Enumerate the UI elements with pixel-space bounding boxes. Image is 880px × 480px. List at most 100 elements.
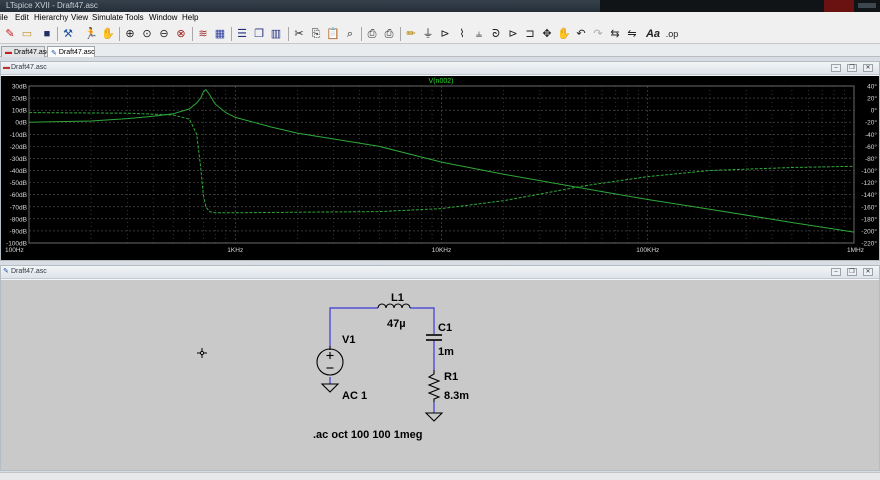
x-tick-label: 1MHz [847,247,864,254]
new-schematic-icon[interactable]: ✎ [3,27,17,41]
l1-ref-label[interactable]: L1 [391,292,404,304]
zoom-in-icon[interactable]: ⊕ [123,27,137,41]
mirror-icon[interactable]: ⇋ [625,27,639,41]
x-tick-label: 10KHz [432,247,452,254]
print-icon[interactable]: ⎙ [382,27,396,41]
y-left-tick-label: 0dB [15,120,27,127]
close-button[interactable]: ✕ [863,268,873,276]
capacitor-c1[interactable] [426,334,442,341]
minimize-button[interactable]: – [831,268,841,276]
autorange-icon[interactable]: ≋ [196,27,210,41]
y-left-tick-label: -10dB [10,132,27,139]
v1-value-label[interactable]: AC 1 [342,390,367,402]
inductor-icon[interactable]: ᘐ [489,27,503,41]
menu-edit[interactable]: Edit [15,13,29,22]
redo-icon[interactable]: ↷ [591,27,605,41]
menu-simulate[interactable]: Simulate [92,13,123,22]
paste-icon[interactable]: 📋 [326,27,340,41]
cascade-icon[interactable]: ❐ [252,27,266,41]
component-icon[interactable]: ⊐ [523,27,537,41]
resistor-icon[interactable]: ⌇ [455,27,469,41]
menu-help[interactable]: Help [182,13,198,22]
y-left-tick-label: -30dB [10,156,27,163]
cut-icon[interactable]: ✂ [292,27,306,41]
v1-ref-label[interactable]: V1 [342,334,355,346]
y-right-tick-label: -140° [861,191,877,199]
tile-horizontal-icon[interactable]: ☰ [235,27,249,41]
y-right-tick-label: -200° [861,227,877,235]
menu-view[interactable]: View [71,13,88,22]
control-panel-icon[interactable]: ⚒ [61,27,75,41]
restore-button[interactable]: ❐ [847,64,857,72]
toolbar-separator [361,27,362,41]
tile-vertical-icon[interactable]: ▥ [269,27,283,41]
c1-ref-label[interactable]: C1 [438,322,452,334]
toolbar-separator [400,27,401,41]
voltage-source-v1[interactable] [316,346,344,376]
copy-icon[interactable]: ⎘ [309,27,323,41]
toolbar-separator [231,27,232,41]
close-window-button[interactable] [824,0,854,12]
find-icon[interactable]: ⌕ [343,27,357,41]
plot-pane[interactable]: 30dB 20dB 10dB 0dB -10dB -20dB -30dB -40dB -50dB… [1,76,879,260]
bode-plot[interactable]: 30dB 20dB 10dB 0dB -10dB -20dB -30dB -40dB -50dB… [1,76,879,260]
run-simulation-icon[interactable]: 🏃 [84,27,98,41]
ground-symbol-r1[interactable] [424,412,444,422]
menu-hierarchy[interactable]: Hierarchy [34,13,68,22]
schematic-drawing[interactable]: L1 47µ C1 1m V1 AC 1 R1 8.3m .ac oct 100… [1,280,879,470]
resistor-r1[interactable] [427,370,441,402]
tab-plot-draft47[interactable]: ▬ Draft47.asc [1,46,50,57]
rotate-icon[interactable]: ⇆ [608,27,622,41]
save-icon[interactable]: ■ [40,27,54,41]
inductor-l1[interactable] [377,303,411,309]
x-tick-label: 1KHz [227,247,243,254]
undo-icon[interactable]: ↶ [574,27,588,41]
restore-button[interactable]: ❐ [847,268,857,276]
spice-directive[interactable]: .ac oct 100 100 1meg [313,429,422,441]
print-preview-icon[interactable]: ⎙ [365,27,379,41]
label-net-icon[interactable]: ⊳ [438,27,452,41]
y-right-tick-label: 20° [867,95,877,103]
menu-window[interactable]: Window [149,13,177,22]
menu-tools[interactable]: Tools [125,13,144,22]
schematic-canvas[interactable]: L1 47µ C1 1m V1 AC 1 R1 8.3m .ac oct 100… [1,280,879,470]
menu-bar: ile Edit Hierarchy View Simulate Tools W… [0,12,880,24]
draw-wire-icon[interactable]: ✏ [404,27,418,41]
move-cursor-icon [197,348,207,358]
capacitor-icon[interactable]: ⫨ [472,27,486,41]
waveform-icon: ▬ [3,64,10,71]
halt-icon[interactable]: ✋ [101,27,115,41]
text-icon[interactable]: Aa [646,27,660,41]
l1-value-label[interactable]: 47µ [387,318,406,330]
toolbar-separator [288,27,289,41]
grid-icon[interactable]: ▦ [213,27,227,41]
waveform-window-title: Draft47.asc [11,64,47,71]
trace-title[interactable]: V(n002) [429,78,454,85]
open-folder-icon[interactable]: ▭ [20,27,34,41]
r1-value-label[interactable]: 8.3m [444,390,469,402]
y-right-tick-label: -180° [861,215,877,223]
menu-file[interactable]: ile [0,13,8,22]
pan-icon[interactable]: ⊙ [140,27,154,41]
y-left-tick-label: -80dB [10,216,27,223]
wire-l1-to-c1[interactable] [410,307,435,334]
diode-icon[interactable]: ⊳ [506,27,520,41]
zoom-fit-icon[interactable]: ⊗ [174,27,188,41]
drag-hand-icon[interactable]: ✋ [557,27,571,41]
ltspice-app: LTspice XVII - Draft47.asc ile Edit Hier… [0,0,880,480]
ground-symbol-v1[interactable] [320,383,340,393]
x-tick-label: 100KHz [636,247,659,254]
spice-directive-icon[interactable]: .op [665,27,679,41]
y-right-tick-label: -20° [865,119,877,127]
close-button[interactable]: ✕ [863,64,873,72]
minimize-button[interactable]: – [831,64,841,72]
ground-icon[interactable]: ⏚ [421,27,435,41]
r1-ref-label[interactable]: R1 [444,371,458,383]
waveform-window: ▬ Draft47.asc – ❐ ✕ 30dB 20dB 10dB 0dB -10dB… [0,61,880,261]
move-icon[interactable]: ✥ [540,27,554,41]
y-right-tick-label: -60° [865,143,877,151]
tab-schematic-draft47[interactable]: ✎ Draft47.asc [47,46,95,57]
c1-value-label[interactable]: 1m [438,346,454,358]
document-tab-bar: ▬ Draft47.asc ✎ Draft47.asc [0,44,880,57]
zoom-out-icon[interactable]: ⊖ [157,27,171,41]
